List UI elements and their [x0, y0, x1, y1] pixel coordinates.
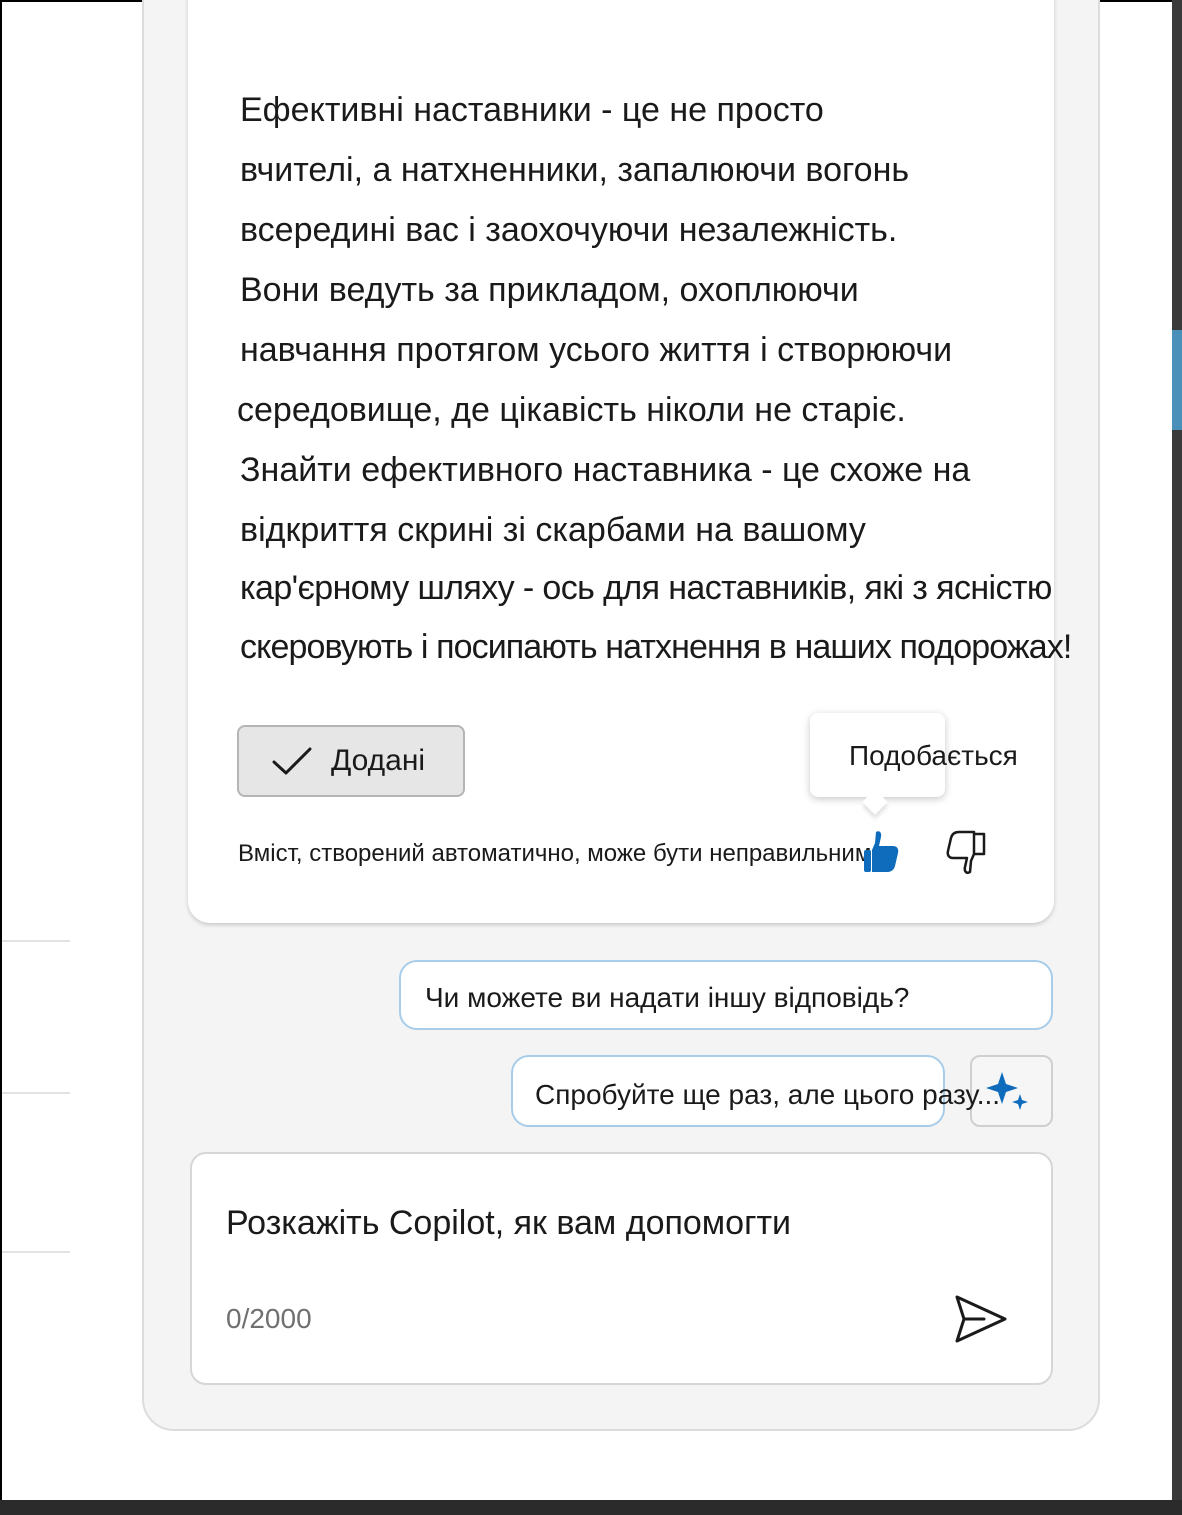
suggestion-label: Спробуйте ще раз, але цього разу... — [535, 1079, 1001, 1110]
background-accent — [1172, 330, 1182, 430]
message-line: Знайти ефективного наставника - це схоже… — [240, 451, 971, 489]
message-line: Ефективні наставники - це не просто — [240, 91, 824, 129]
message-line: навчання протягом усього життя і створюю… — [240, 331, 953, 369]
chat-input[interactable]: Розкажіть Copilot, як вам допомогти — [226, 1204, 791, 1243]
background-divider — [2, 1251, 70, 1253]
message-line: вчителі, а натхненники, запалюючи вогонь — [240, 151, 910, 189]
message-line: відкриття скрині зі скарбами на вашому — [240, 511, 866, 549]
message-line: Вони ведуть за прикладом, охоплюючи — [240, 271, 859, 309]
send-icon[interactable] — [954, 1294, 1008, 1344]
taskbar-edge — [0, 1500, 1182, 1515]
thumbs-down-icon[interactable] — [946, 830, 988, 876]
message-line: скеровують і посипають натхнення в наших… — [240, 628, 1072, 666]
added-button[interactable]: Додані — [237, 725, 465, 797]
background-divider — [2, 1092, 70, 1094]
background-edge — [1172, 0, 1182, 1515]
ai-disclaimer: Вміст, створений автоматично, може бути … — [238, 840, 872, 867]
char-counter: 0/2000 — [226, 1303, 312, 1334]
suggestion-label: Чи можете ви надати іншу відповідь? — [425, 982, 910, 1013]
thumbs-up-icon[interactable] — [862, 828, 900, 874]
like-tooltip-text: Подобається — [849, 740, 1018, 771]
suggestion-chip-other-answer[interactable]: Чи можете ви надати іншу відповідь? — [399, 960, 1053, 1030]
chat-input-box[interactable] — [190, 1152, 1053, 1385]
message-line: кар'єрному шляху - ось для наставників, … — [240, 569, 1052, 607]
message-line: середовище, де цікавість ніколи не старі… — [237, 391, 906, 429]
checkmark-icon — [272, 747, 312, 775]
added-button-label: Додані — [331, 744, 426, 777]
suggestion-chip-try-again[interactable]: Спробуйте ще раз, але цього разу... — [511, 1055, 1000, 1127]
message-line: всередині вас і заохочуючи незалежність. — [240, 211, 898, 249]
background-divider — [2, 940, 70, 942]
